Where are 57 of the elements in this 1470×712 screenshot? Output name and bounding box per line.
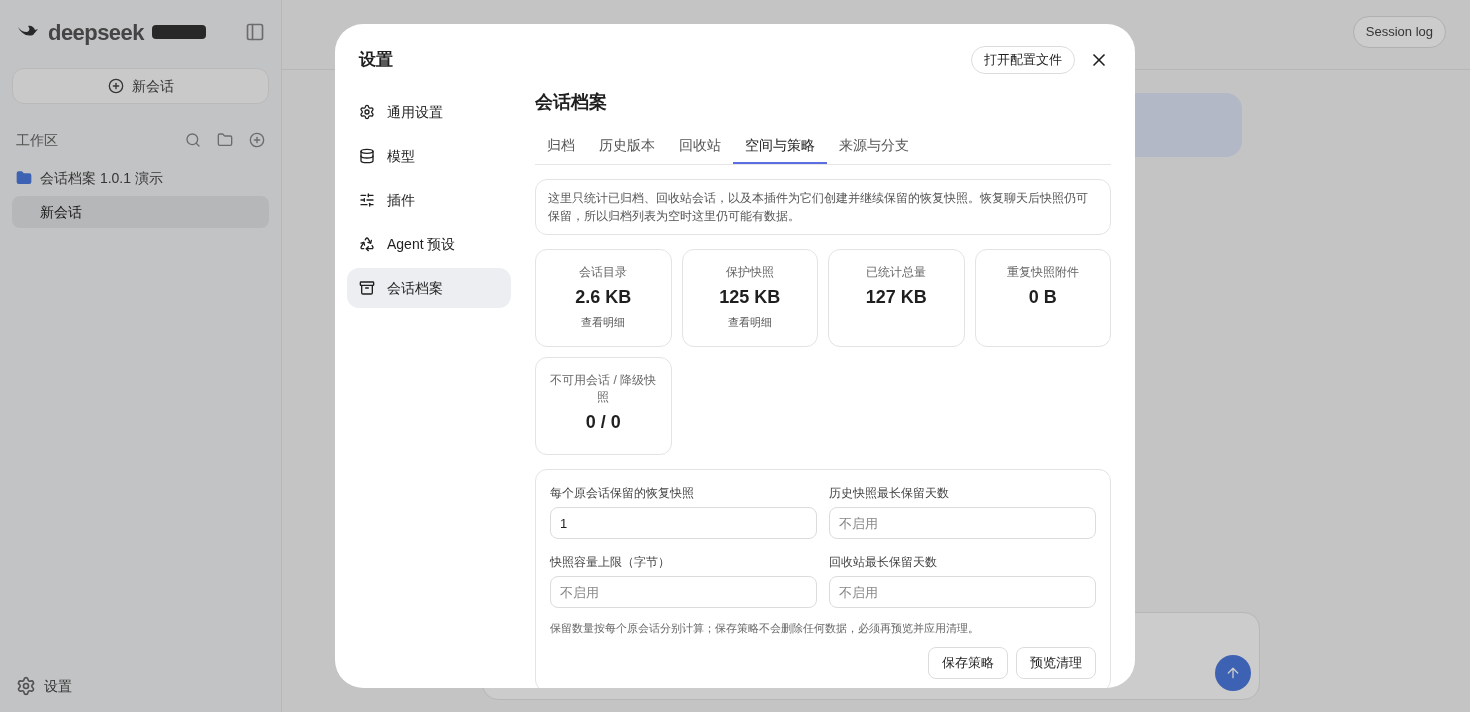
input-field[interactable]: 不启用 bbox=[829, 507, 1096, 539]
send-button[interactable] bbox=[1215, 655, 1251, 691]
chat-item[interactable]: 新会话 bbox=[12, 196, 269, 228]
project-name[interactable]: 会话档案 1.0.1 演示 bbox=[40, 168, 163, 188]
sliders-icon bbox=[359, 192, 375, 208]
stat-label: 会话目录 bbox=[579, 264, 628, 281]
sidebar-toggle-icon[interactable] bbox=[245, 22, 265, 42]
brand-name: deepseek bbox=[48, 18, 144, 47]
stat-value: 127 KB bbox=[865, 286, 927, 309]
field-label: 历史快照最长保留天数 bbox=[829, 485, 950, 502]
plus-icon bbox=[107, 78, 124, 94]
action-button[interactable]: 保存策略 bbox=[928, 646, 1008, 679]
session-log-button[interactable]: Session log bbox=[1352, 16, 1446, 48]
version-tag bbox=[151, 25, 206, 39]
stat-value: 2.6 KB bbox=[575, 286, 632, 309]
tab[interactable]: 空间与策略 bbox=[733, 128, 827, 164]
nav-item[interactable]: Agent 预设 bbox=[347, 224, 511, 264]
section-label: 工作区 bbox=[16, 131, 58, 150]
policy-note: 保留数量按每个原会话分别计算；保存策略不会删除任何数据，必须再预览并应用清理。 bbox=[550, 621, 980, 636]
nav-item[interactable]: 插件 bbox=[347, 180, 511, 220]
field-label: 每个原会话保留的恢复快照 bbox=[550, 485, 695, 502]
gear-icon bbox=[359, 104, 375, 120]
tab[interactable]: 历史版本 bbox=[587, 128, 667, 164]
dialog-title: 设置 bbox=[359, 49, 393, 72]
details-link[interactable]: 查看明细 bbox=[581, 314, 626, 331]
stat-label: 不可用会话 / 降级快照 bbox=[549, 372, 658, 406]
add-icon[interactable] bbox=[249, 132, 265, 148]
folder-icon bbox=[16, 170, 32, 186]
stat-label: 已统计总量 bbox=[866, 264, 927, 281]
info-notice: 这里只统计已归档、回收站会话，以及本插件为它们创建并继续保留的恢复快照。恢复聊天后快照仍可保留，所以归档列表为空时这里仍可能有数据。 bbox=[535, 179, 1111, 235]
action-button[interactable]: 预览清理 bbox=[1016, 646, 1096, 679]
input-field[interactable]: 不启用 bbox=[550, 576, 817, 608]
input-field[interactable]: 不启用 bbox=[829, 576, 1096, 608]
tab[interactable]: 来源与分支 bbox=[827, 128, 921, 164]
details-link[interactable]: 查看明细 bbox=[727, 314, 772, 331]
settings-link[interactable]: 设置 bbox=[44, 676, 72, 696]
stat-value: 0 B bbox=[1028, 286, 1057, 309]
input-field[interactable]: 1 bbox=[550, 507, 817, 539]
field-label: 快照容量上限（字节） bbox=[550, 554, 671, 571]
database-icon bbox=[359, 148, 375, 164]
stat-label: 保护快照 bbox=[725, 264, 774, 281]
tab[interactable]: 回收站 bbox=[667, 128, 733, 164]
search-icon[interactable] bbox=[185, 132, 201, 148]
archive-box-icon bbox=[359, 280, 375, 296]
tab[interactable]: 归档 bbox=[535, 128, 587, 164]
nav-item[interactable]: 通用设置 bbox=[347, 92, 511, 132]
folder-icon[interactable] bbox=[217, 132, 233, 148]
field-label: 回收站最长保留天数 bbox=[829, 554, 938, 571]
recycle-icon bbox=[359, 236, 375, 252]
stat-value: 125 KB bbox=[719, 286, 781, 309]
nav-item[interactable]: 会话档案 bbox=[347, 268, 511, 308]
stat-value: 0 / 0 bbox=[585, 411, 621, 434]
nav-item[interactable]: 模型 bbox=[347, 136, 511, 176]
new-chat-button[interactable]: 新会话 bbox=[12, 68, 269, 104]
stat-label: 重复快照附件 bbox=[1006, 264, 1079, 281]
settings-icon[interactable] bbox=[16, 676, 36, 696]
section-heading: 会话档案 bbox=[535, 91, 608, 114]
